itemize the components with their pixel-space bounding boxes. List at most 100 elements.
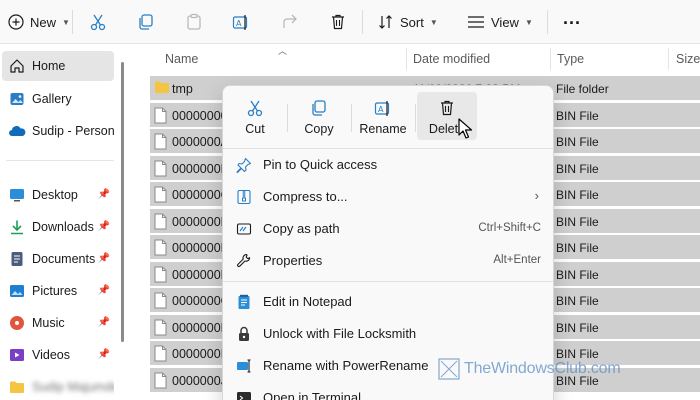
sidebar-item-home[interactable]: Home xyxy=(2,51,114,81)
menu-divider xyxy=(223,148,553,149)
sidebar-item-gallery[interactable]: Gallery xyxy=(2,84,114,114)
pictures-icon xyxy=(8,282,26,300)
context-copy-button[interactable]: Copy xyxy=(289,92,349,140)
sidebar-item-label: Desktop xyxy=(32,188,78,202)
column-header-size[interactable]: Size xyxy=(676,44,700,74)
context-rename-button[interactable]: A Rename xyxy=(353,92,413,140)
file-icon xyxy=(154,213,168,230)
context-cut-button[interactable]: Cut xyxy=(225,92,285,140)
menu-item-label: Rename with PowerRename xyxy=(263,358,429,373)
menu-item-shortcut: Alt+Enter xyxy=(493,254,541,266)
cut-label: Cut xyxy=(245,122,265,136)
videos-icon xyxy=(8,346,26,364)
sidebar-item-label: Documents xyxy=(32,252,96,266)
gallery-icon xyxy=(8,90,26,108)
chevron-down-icon: ▼ xyxy=(62,17,70,27)
properties-icon xyxy=(235,252,253,270)
menu-item-pin-quick-access[interactable]: Pin to Quick access xyxy=(227,150,549,180)
sidebar-item-label: Music xyxy=(32,316,65,330)
file-icon xyxy=(154,266,168,283)
folder-icon xyxy=(8,378,26,396)
chevron-down-icon: ▼ xyxy=(429,17,438,27)
sidebar-item-documents[interactable]: Documents 📌 xyxy=(2,244,114,274)
copy-label: Copy xyxy=(304,122,334,136)
file-icon xyxy=(154,292,168,309)
menu-item-edit-notepad[interactable]: Edit in Notepad xyxy=(227,287,549,317)
mouse-cursor-icon xyxy=(458,118,473,139)
column-header-type[interactable]: Type xyxy=(557,44,667,74)
paste-icon xyxy=(185,13,203,31)
sort-button[interactable]: Sort ▼ xyxy=(378,0,438,44)
column-header-name[interactable]: Name xyxy=(165,44,405,74)
watermark: TheWindowsClub.com xyxy=(438,358,621,380)
onedrive-icon xyxy=(8,122,26,140)
svg-text:A: A xyxy=(236,19,242,28)
menu-item-file-locksmith[interactable]: Unlock with File Locksmith xyxy=(227,319,549,349)
view-label: View xyxy=(491,14,519,30)
rename-icon: A xyxy=(374,99,392,117)
cut-button[interactable] xyxy=(89,0,107,44)
view-icon xyxy=(467,14,485,30)
pin-icon: 📌 xyxy=(97,349,110,360)
pin-icon: 📌 xyxy=(97,317,110,328)
menu-item-label: Properties xyxy=(263,253,323,268)
sidebar-item-desktop[interactable]: Desktop 📌 xyxy=(2,180,114,210)
sidebar-item-pictures[interactable]: Pictures 📌 xyxy=(2,276,114,306)
lock-icon xyxy=(235,325,253,343)
new-button[interactable]: New ▼ xyxy=(8,0,70,44)
column-divider[interactable] xyxy=(668,48,669,70)
rename-button[interactable]: A xyxy=(232,0,250,44)
sidebar-item-user-folder[interactable]: Sudip Majumder xyxy=(2,372,114,400)
menu-item-compress[interactable]: Compress to... › xyxy=(227,182,549,212)
menu-divider xyxy=(223,281,553,282)
column-divider[interactable] xyxy=(550,48,551,70)
svg-text:A: A xyxy=(378,105,384,114)
file-icon xyxy=(154,160,168,177)
sidebar-item-label: Downloads xyxy=(32,220,94,234)
compress-icon xyxy=(235,188,253,206)
menu-item-properties[interactable]: Properties Alt+Enter xyxy=(227,246,549,276)
delete-button[interactable] xyxy=(329,0,347,44)
file-type: BIN File xyxy=(556,188,599,202)
sidebar-item-music[interactable]: Music 📌 xyxy=(2,308,114,338)
chevron-down-icon: ▼ xyxy=(524,17,533,27)
column-header-date[interactable]: Date modified xyxy=(413,44,548,74)
sidebar-item-label: Gallery xyxy=(32,92,72,106)
file-type: BIN File xyxy=(556,241,599,255)
share-button[interactable] xyxy=(281,0,299,44)
navigation-pane: Home Gallery Sudip - Persona Desktop 📌 D… xyxy=(0,44,122,400)
cut-icon xyxy=(89,13,107,31)
menu-item-label: Open in Terminal xyxy=(263,390,362,400)
context-menu: Cut Copy A Rename Delete Pin to Quick ac… xyxy=(222,85,554,400)
file-type: BIN File xyxy=(556,161,599,176)
file-type: File folder xyxy=(556,82,609,96)
sidebar-item-downloads[interactable]: Downloads 📌 xyxy=(2,212,114,242)
column-divider[interactable] xyxy=(406,48,407,70)
menu-item-copy-as-path[interactable]: Copy as path Ctrl+Shift+C xyxy=(227,214,549,244)
sidebar-item-label: Videos xyxy=(32,348,70,362)
menu-item-label: Unlock with File Locksmith xyxy=(263,326,417,341)
pin-icon xyxy=(235,156,253,174)
file-name: 0000000I xyxy=(172,347,225,361)
view-button[interactable]: View ▼ xyxy=(467,0,533,44)
toolbar-divider xyxy=(72,10,73,34)
file-icon xyxy=(154,186,168,203)
file-type: BIN File xyxy=(556,320,599,335)
menu-item-open-terminal[interactable]: Open in Terminal xyxy=(227,383,549,400)
toolbar-divider xyxy=(547,10,548,34)
chevron-right-icon: › xyxy=(534,188,539,203)
copy-button[interactable] xyxy=(137,0,155,44)
cut-icon xyxy=(246,99,264,117)
desktop-icon xyxy=(8,186,26,204)
menu-item-shortcut: Ctrl+Shift+C xyxy=(478,222,541,234)
sidebar-item-videos[interactable]: Videos 📌 xyxy=(2,340,114,370)
command-bar: New ▼ A Sort ▼ View ▼ ... xyxy=(0,0,700,44)
pin-icon: 📌 xyxy=(97,221,110,232)
menu-item-label: Edit in Notepad xyxy=(263,294,352,309)
file-icon xyxy=(154,239,168,256)
menu-item-label: Copy as path xyxy=(263,221,340,236)
paste-button[interactable] xyxy=(185,0,203,44)
sidebar-scrollbar[interactable] xyxy=(121,62,124,342)
see-more-button[interactable]: ... xyxy=(563,0,581,44)
sidebar-item-onedrive[interactable]: Sudip - Persona xyxy=(2,116,114,146)
